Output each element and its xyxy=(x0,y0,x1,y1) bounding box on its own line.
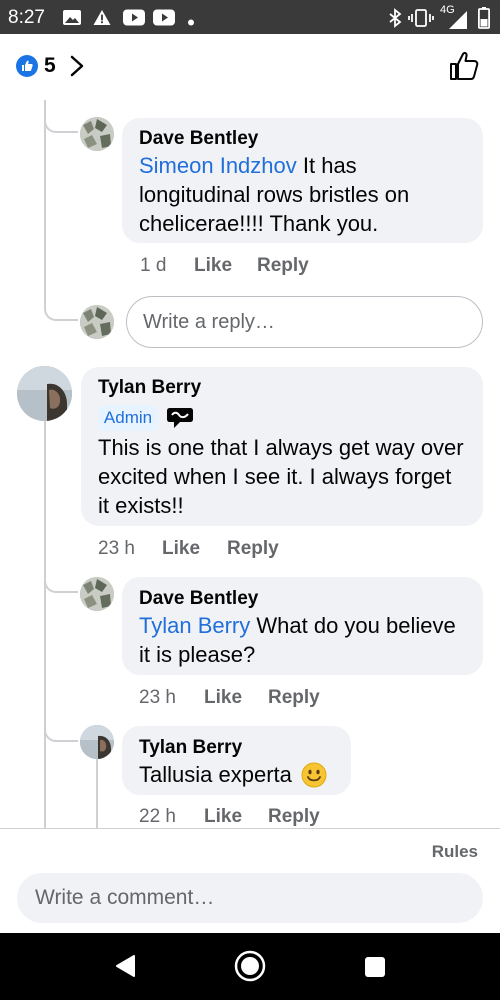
mention-link[interactable]: Tylan Berry xyxy=(139,613,250,638)
avatar[interactable] xyxy=(17,366,72,421)
network-signal: 4G xyxy=(440,4,472,30)
thread-line xyxy=(96,758,98,828)
comment-text: Tylan Berry What do you believe xyxy=(139,611,456,640)
status-right: 4G xyxy=(388,4,490,31)
conversation-starter-icon xyxy=(167,408,193,428)
comment-author[interactable]: Tylan Berry xyxy=(98,377,201,399)
like-button[interactable]: Like xyxy=(204,687,242,709)
system-navigation-bar xyxy=(0,933,500,1000)
comment-text: it is please? xyxy=(139,642,256,667)
like-outline-icon[interactable] xyxy=(448,50,480,82)
reply-button[interactable]: Reply xyxy=(268,806,320,828)
like-badge-icon[interactable] xyxy=(16,55,38,77)
reply-input[interactable] xyxy=(126,296,483,348)
thread-connector xyxy=(44,280,78,321)
thread-connector xyxy=(44,100,78,133)
back-icon[interactable] xyxy=(114,954,136,978)
comment-text: This is one that I always get way over xyxy=(98,435,464,460)
comment-text-segment: What do you believe xyxy=(250,613,456,638)
comment-input[interactable] xyxy=(17,873,483,923)
avatar[interactable] xyxy=(80,577,114,611)
comment-author[interactable]: Dave Bentley xyxy=(139,128,258,150)
footer-divider xyxy=(0,828,500,829)
mention-link[interactable]: Simeon Indzhov xyxy=(139,153,297,178)
smile-emoji-icon xyxy=(301,762,327,788)
signal-icon xyxy=(449,11,467,29)
comment-text-segment: It has xyxy=(296,153,357,178)
bluetooth-icon xyxy=(389,8,402,28)
home-icon[interactable] xyxy=(234,950,266,982)
dot-icon xyxy=(188,19,194,26)
youtube-icon xyxy=(153,9,175,26)
thread-connector xyxy=(44,560,78,593)
like-button[interactable]: Like xyxy=(204,806,242,828)
chevron-right-icon[interactable] xyxy=(67,54,87,78)
youtube-icon xyxy=(123,9,145,26)
comment-text: chelicerae!!!! Thank you. xyxy=(139,211,379,236)
avatar xyxy=(80,305,114,339)
thread-connector xyxy=(44,700,78,742)
vibrate-icon xyxy=(408,9,434,27)
comment-text: Simeon Indzhov It has xyxy=(139,151,357,180)
battery-icon xyxy=(478,7,490,29)
comment-text: longitudinal rows bristles on xyxy=(139,182,410,207)
comment-text: excited when I see it. I always forget xyxy=(98,464,452,489)
thread-line xyxy=(44,420,46,828)
comment-time: 23 h xyxy=(139,687,176,708)
comment-time: 22 h xyxy=(139,806,176,827)
reply-button[interactable]: Reply xyxy=(257,255,309,277)
like-button[interactable]: Like xyxy=(194,255,232,277)
status-time: 8:27 xyxy=(8,7,45,28)
reaction-count[interactable]: 5 xyxy=(44,54,56,78)
comment-author[interactable]: Dave Bentley xyxy=(139,588,258,610)
status-bar: 8:27 4G xyxy=(0,0,500,34)
comment-text-segment: Tallusia experta xyxy=(139,762,292,787)
like-button[interactable]: Like xyxy=(162,538,200,560)
comment-author[interactable]: Tylan Berry xyxy=(139,737,242,759)
comment-text: Tallusia experta 🙂 xyxy=(139,760,292,789)
recents-icon[interactable] xyxy=(364,956,386,978)
reply-button[interactable]: Reply xyxy=(227,538,279,560)
gallery-icon xyxy=(63,10,81,25)
warning-icon xyxy=(93,9,111,26)
comment-time: 1 d xyxy=(140,255,167,276)
comment-time: 23 h xyxy=(98,538,135,559)
comment-text: it exists!! xyxy=(98,493,184,518)
avatar[interactable] xyxy=(80,725,114,759)
thread-line xyxy=(44,100,46,310)
reply-button[interactable]: Reply xyxy=(268,687,320,709)
admin-badge: Admin xyxy=(98,405,158,431)
avatar[interactable] xyxy=(80,117,114,151)
rules-link[interactable]: Rules xyxy=(432,842,478,862)
